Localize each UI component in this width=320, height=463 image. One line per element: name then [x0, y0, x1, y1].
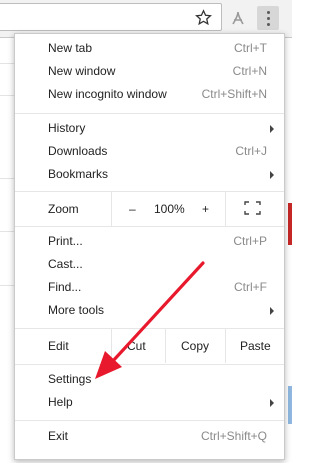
menu-item-downloads[interactable]: Downloads Ctrl+J: [15, 140, 284, 163]
divider: [111, 329, 112, 363]
zoom-level: 100%: [154, 202, 185, 216]
menu-item-bookmarks[interactable]: Bookmarks: [15, 163, 284, 186]
menu-item-label: Help: [48, 395, 73, 409]
pdf-extension-icon[interactable]: [230, 10, 246, 26]
menu-item-label: More tools: [48, 303, 105, 317]
zoom-in-button[interactable]: +: [202, 202, 209, 216]
menu-item-label: New window: [48, 64, 116, 78]
menu-item-label: New tab: [48, 41, 93, 55]
menu-item-label: Settings: [48, 372, 92, 386]
menu-item-new-window[interactable]: New window Ctrl+N: [15, 60, 284, 83]
browser-menu: New tab Ctrl+T New window Ctrl+N New inc…: [14, 33, 285, 460]
divider: [111, 192, 112, 226]
zoom-label: Zoom: [48, 202, 79, 216]
menu-item-new-tab[interactable]: New tab Ctrl+T: [15, 37, 284, 60]
menu-item-shortcut: Ctrl+Shift+Q: [200, 429, 267, 443]
menu-item-more-tools[interactable]: More tools: [15, 299, 284, 322]
submenu-arrow-icon: [270, 307, 274, 315]
kebab-menu-icon[interactable]: [257, 6, 279, 30]
page-accent-red: [288, 203, 292, 245]
menu-separator: [15, 364, 284, 365]
menu-separator: [15, 113, 284, 114]
submenu-arrow-icon: [270, 171, 274, 179]
edit-row: Edit Cut Copy Paste: [15, 329, 284, 363]
page-accent-blue: [288, 386, 292, 424]
menu-separator: [15, 420, 284, 421]
menu-item-label: Print...: [48, 234, 83, 248]
address-bar[interactable]: [0, 3, 222, 31]
menu-item-shortcut: Ctrl+N: [232, 64, 267, 78]
menu-item-shortcut: Ctrl+P: [233, 234, 267, 248]
menu-item-label: Exit: [48, 429, 69, 443]
divider: [165, 329, 166, 363]
menu-item-shortcut: Ctrl+F: [234, 280, 267, 294]
copy-button[interactable]: Copy: [181, 339, 209, 353]
edit-label: Edit: [48, 339, 69, 353]
menu-item-label: Find...: [48, 280, 82, 294]
menu-item-history[interactable]: History: [15, 117, 284, 140]
menu-item-label: New incognito window: [48, 87, 167, 101]
divider: [225, 192, 226, 226]
menu-item-find[interactable]: Find... Ctrl+F: [15, 276, 284, 299]
zoom-row: Zoom – 100% +: [15, 192, 284, 226]
menu-item-label: Downloads: [48, 144, 108, 158]
menu-item-shortcut: Ctrl+T: [234, 41, 267, 55]
submenu-arrow-icon: [270, 399, 274, 407]
menu-item-cast[interactable]: Cast...: [15, 253, 284, 276]
menu-item-label: Cast...: [48, 257, 83, 271]
menu-item-label: History: [48, 121, 86, 135]
fullscreen-icon[interactable]: [244, 201, 261, 215]
menu-item-shortcut: Ctrl+Shift+N: [201, 87, 267, 101]
paste-button[interactable]: Paste: [240, 339, 271, 353]
menu-separator: [15, 226, 284, 227]
menu-item-settings[interactable]: Settings: [15, 368, 284, 391]
menu-item-label: Bookmarks: [48, 167, 109, 181]
menu-item-shortcut: Ctrl+J: [235, 144, 267, 158]
star-icon[interactable]: [195, 9, 212, 26]
menu-item-new-incognito-window[interactable]: New incognito window Ctrl+Shift+N: [15, 83, 284, 106]
divider: [225, 329, 226, 363]
zoom-out-button[interactable]: –: [129, 202, 136, 216]
submenu-arrow-icon: [270, 125, 274, 133]
menu-item-print[interactable]: Print... Ctrl+P: [15, 230, 284, 253]
menu-item-help[interactable]: Help: [15, 391, 284, 414]
menu-item-exit[interactable]: Exit Ctrl+Shift+Q: [15, 425, 284, 448]
cut-button[interactable]: Cut: [127, 339, 146, 353]
